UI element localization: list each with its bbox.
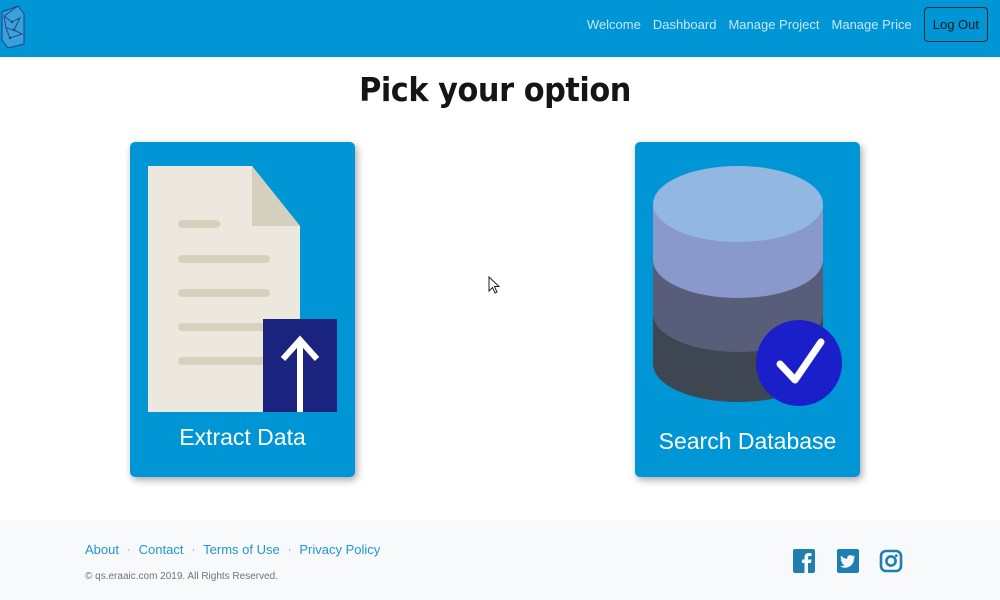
footer-separator: · (126, 543, 131, 556)
top-navbar: Welcome Dashboard Manage Project Manage … (0, 0, 1000, 57)
copyright-text: © qs.eraaic.com 2019. All Rights Reserve… (85, 571, 279, 582)
brand-logo-icon[interactable] (0, 4, 28, 48)
nav-links: Welcome Dashboard Manage Project Manage … (587, 7, 988, 42)
database-check-icon (653, 166, 842, 406)
nav-dashboard[interactable]: Dashboard (653, 17, 717, 32)
footer-link-contact[interactable]: Contact (139, 542, 184, 557)
footer-separator: · (191, 543, 196, 556)
nav-welcome[interactable]: Welcome (587, 17, 641, 32)
nav-manage-price[interactable]: Manage Price (832, 17, 912, 32)
nav-manage-project[interactable]: Manage Project (728, 17, 819, 32)
twitter-icon[interactable] (836, 548, 860, 574)
instagram-icon[interactable] (879, 548, 903, 574)
footer-link-about[interactable]: About (85, 542, 119, 557)
footer: About · Contact · Terms of Use · Privacy… (0, 520, 1000, 600)
mouse-pointer-icon (488, 276, 500, 294)
extract-data-card[interactable]: Extract Data (130, 142, 355, 477)
footer-separator: · (287, 543, 292, 556)
search-database-card[interactable]: Search Database (635, 142, 860, 477)
logout-button[interactable]: Log Out (923, 7, 988, 42)
footer-link-privacy[interactable]: Privacy Policy (299, 542, 380, 557)
extract-data-label: Extract Data (179, 424, 306, 450)
document-upload-icon (148, 166, 337, 412)
facebook-icon[interactable] (792, 548, 816, 574)
search-database-label: Search Database (658, 428, 837, 454)
page-title: Pick your option (359, 70, 631, 109)
footer-link-terms[interactable]: Terms of Use (203, 542, 280, 557)
footer-links: About · Contact · Terms of Use · Privacy… (85, 542, 380, 557)
